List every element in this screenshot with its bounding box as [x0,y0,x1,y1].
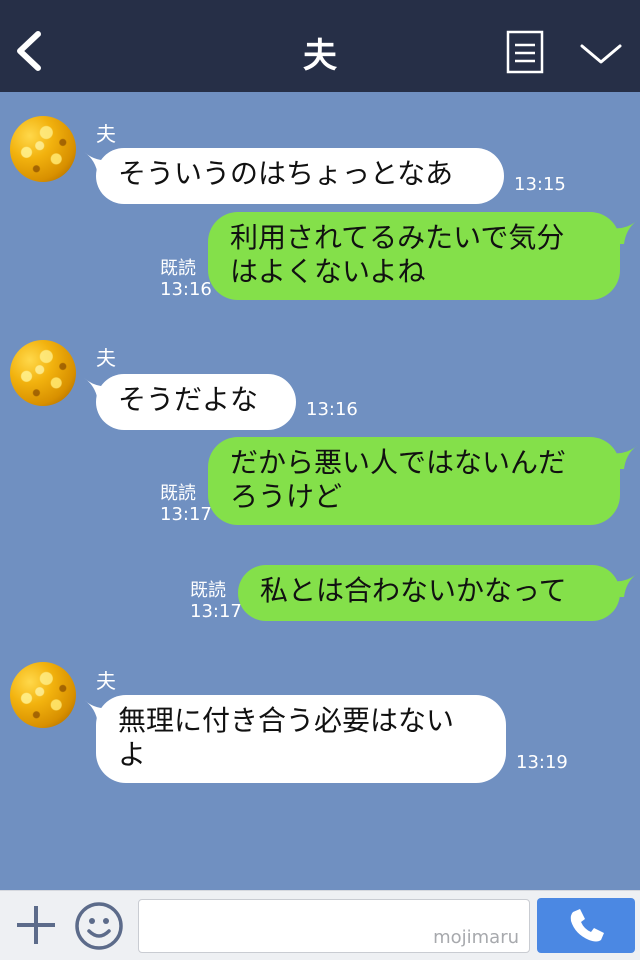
sender-name: 夫 [96,346,116,370]
message-text: 利用されてるみたいで気分 [230,221,565,254]
sender-name: 夫 [96,122,116,146]
message-time: 13:17 [190,601,242,622]
message-text: そういうのはちょっとなあ [118,157,454,190]
message-time: 13:15 [514,174,566,195]
smiley-icon [75,902,123,950]
call-button[interactable] [537,898,635,953]
chat-header: 夫 [0,0,640,92]
bubble-tail [612,445,638,469]
plus-icon [17,906,55,944]
message-time: 13:16 [160,279,212,300]
menu-dropdown-button[interactable] [578,38,624,68]
notes-icon [506,30,544,74]
bubble-tail [612,220,638,244]
message-input[interactable]: mojimaru [138,899,530,953]
bubble-tail [612,573,638,597]
message-time: 13:16 [306,399,358,420]
avatar[interactable] [10,340,76,406]
message-bubble[interactable]: だから悪い人ではないんだ ろうけど [208,437,620,525]
message-text: そうだよな [118,383,259,416]
message-text: ろうけど [230,480,343,513]
watermark: mojimaru [433,927,519,948]
add-button[interactable] [14,903,58,947]
message-time: 13:19 [516,752,568,773]
avatar[interactable] [10,116,76,182]
sender-name: 夫 [96,669,116,693]
message-text: はよくないよね [230,255,426,288]
message-list[interactable]: 夫 そういうのはちょっとなあ 13:15 既読 13:16 利用されてるみたいで… [0,92,640,890]
chevron-down-icon [580,44,622,64]
message-time: 13:17 [160,504,212,525]
read-receipt: 既読 [160,483,196,504]
input-bar: mojimaru [0,890,640,960]
message-bubble[interactable]: 無理に付き合う必要はない よ [96,695,506,783]
message-bubble[interactable]: 私とは合わないかなって [238,565,620,621]
back-button[interactable] [10,26,50,76]
emoji-button[interactable] [74,901,124,951]
message-text: だから悪い人ではないんだ [230,446,567,479]
chevron-left-icon [17,31,41,71]
message-text: 無理に付き合う必要はない [118,704,455,737]
message-bubble[interactable]: そういうのはちょっとなあ [96,148,504,204]
message-bubble[interactable]: 利用されてるみたいで気分 はよくないよね [208,212,620,300]
read-receipt: 既読 [190,580,226,601]
notes-button[interactable] [505,30,545,74]
read-receipt: 既読 [160,258,196,279]
avatar[interactable] [10,662,76,728]
message-text: 私とは合わないかなって [260,574,567,607]
message-bubble[interactable]: そうだよな [96,374,296,430]
message-text: よ [118,738,147,771]
phone-icon [570,909,604,942]
